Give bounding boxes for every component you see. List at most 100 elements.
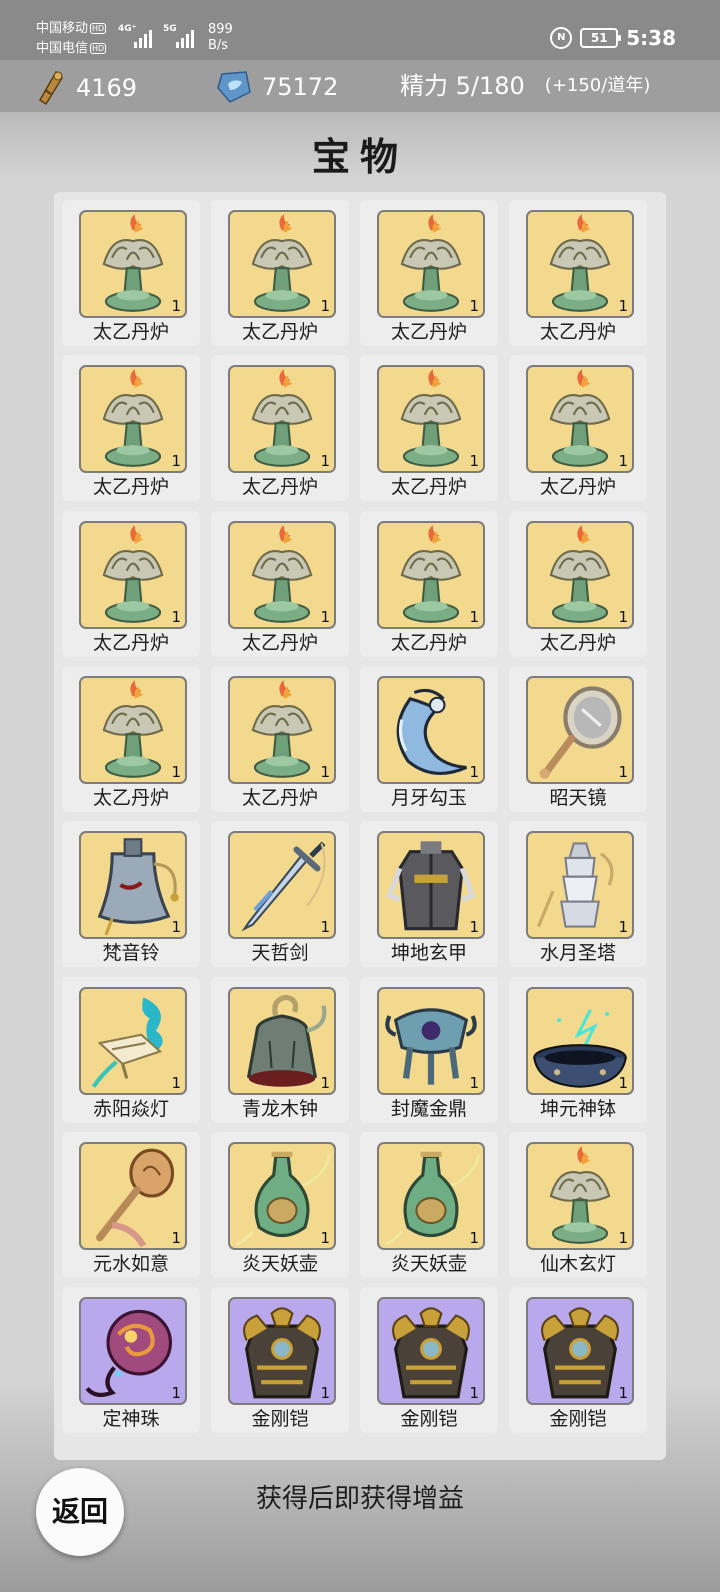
item-name: 赤阳焱灯 xyxy=(92,1097,169,1120)
item-quantity: 1 xyxy=(618,452,628,471)
hd-badge: HD xyxy=(90,43,107,54)
item-cell[interactable]: 1 昭天镜 xyxy=(509,665,647,812)
scroll-resource: 4169 xyxy=(36,70,137,106)
item-cell[interactable]: 1 青龙木钟 xyxy=(211,976,349,1123)
item-cell[interactable]: 1 金刚铠 xyxy=(360,1287,498,1434)
item-cell[interactable]: 1 太乙丹炉 xyxy=(211,665,349,812)
net-speed: 899 B/s xyxy=(208,22,233,53)
tower-icon: 1 xyxy=(526,831,634,940)
item-cell[interactable]: 1 金刚铠 xyxy=(211,1287,349,1434)
page-title: 宝物 xyxy=(311,134,408,179)
item-cell[interactable]: 1 金刚铠 xyxy=(509,1287,647,1434)
item-cell[interactable]: 1 太乙丹炉 xyxy=(62,665,200,812)
item-name: 金刚铠 xyxy=(400,1408,458,1431)
item-name: 炎天妖壶 xyxy=(241,1252,318,1275)
item-quantity: 1 xyxy=(320,1384,330,1403)
sword-icon: 1 xyxy=(228,831,336,940)
signal-icon xyxy=(134,26,152,48)
item-cell[interactable]: 1 太乙丹炉 xyxy=(509,510,647,657)
lotus-lamp-icon: 1 xyxy=(377,210,485,318)
item-cell[interactable]: 1 仙木玄灯 xyxy=(509,1131,647,1278)
item-name: 太乙丹炉 xyxy=(539,321,616,343)
vase-icon: 1 xyxy=(228,1141,336,1250)
back-button[interactable]: 返回 xyxy=(36,1468,124,1556)
flame-lamp-icon: 1 xyxy=(79,986,187,1095)
item-cell[interactable]: 1 月牙勾玉 xyxy=(360,665,498,812)
item-quantity: 1 xyxy=(469,762,479,781)
item-cell[interactable]: 1 梵音铃 xyxy=(62,821,200,968)
lotus-lamp-icon: 1 xyxy=(377,365,485,474)
item-cell[interactable]: 1 赤阳焱灯 xyxy=(62,976,200,1123)
item-name: 太乙丹炉 xyxy=(390,476,467,499)
lotus-lamp-icon: 1 xyxy=(79,365,187,474)
item-quantity: 1 xyxy=(469,918,479,937)
mirror-icon: 1 xyxy=(526,675,634,784)
item-cell[interactable]: 1 太乙丹炉 xyxy=(62,510,200,657)
item-cell[interactable]: 1 太乙丹炉 xyxy=(62,200,200,346)
item-cell[interactable]: 1 太乙丹炉 xyxy=(211,200,349,346)
item-quantity: 1 xyxy=(171,1384,181,1403)
item-cell[interactable]: 1 太乙丹炉 xyxy=(360,355,498,502)
item-cell[interactable]: 1 天哲剑 xyxy=(211,821,349,968)
item-name: 太乙丹炉 xyxy=(539,476,616,499)
carrier-1: 中国移动 HD xyxy=(36,21,107,36)
lotus-lamp-icon: 1 xyxy=(79,675,187,784)
lotus-lamp-icon: 1 xyxy=(377,520,485,629)
item-quantity: 1 xyxy=(469,452,479,471)
item-name: 太乙丹炉 xyxy=(241,786,318,809)
item-name: 炎天妖壶 xyxy=(390,1252,467,1275)
carrier-2: 中国电信 HD xyxy=(36,41,107,56)
hd-badge: HD xyxy=(90,23,107,34)
item-quantity: 1 xyxy=(618,297,628,315)
item-name: 梵音铃 xyxy=(102,942,160,965)
item-quantity: 1 xyxy=(171,1228,181,1247)
treasure-grid: 1 太乙丹炉 1 太乙丹炉 1 太乙丹炉 1 太乙丹炉 1 太乙丹炉 1 太乙丹炉 1 太乙丹炉 1 太乙丹炉… xyxy=(54,192,666,1460)
item-cell[interactable]: 1 炎天妖壶 xyxy=(360,1131,498,1278)
dragon-armor-icon: 1 xyxy=(228,1297,336,1406)
item-cell[interactable]: 1 元水如意 xyxy=(62,1131,200,1278)
item-name: 金刚铠 xyxy=(549,1408,607,1431)
status-right: N 51 5:38 xyxy=(550,26,676,50)
cauldron-icon: 1 xyxy=(377,986,485,1095)
item-cell[interactable]: 1 太乙丹炉 xyxy=(509,355,647,502)
item-name: 太乙丹炉 xyxy=(539,631,616,654)
vase-icon: 1 xyxy=(377,1141,485,1250)
item-name: 太乙丹炉 xyxy=(92,321,169,343)
item-cell[interactable]: 1 太乙丹炉 xyxy=(62,355,200,502)
item-quantity: 1 xyxy=(320,607,330,626)
lotus-lamp-icon: 1 xyxy=(79,210,187,318)
item-cell[interactable]: 1 太乙丹炉 xyxy=(211,510,349,657)
item-cell[interactable]: 1 炎天妖壶 xyxy=(211,1131,349,1278)
item-name: 定神珠 xyxy=(102,1408,160,1431)
item-quantity: 1 xyxy=(171,762,181,781)
dragon-armor-icon: 1 xyxy=(526,1297,634,1406)
resource-bar: 4169 75172 精力 5/180 (+150/道年) xyxy=(0,60,720,112)
item-quantity: 1 xyxy=(320,918,330,937)
item-cell[interactable]: 1 坤地玄甲 xyxy=(360,821,498,968)
item-quantity: 1 xyxy=(320,1228,330,1247)
item-name: 太乙丹炉 xyxy=(241,321,318,343)
item-cell[interactable]: 1 太乙丹炉 xyxy=(360,510,498,657)
item-name: 天哲剑 xyxy=(251,942,309,965)
item-quantity: 1 xyxy=(618,918,628,937)
item-quantity: 1 xyxy=(618,1073,628,1092)
item-cell[interactable]: 1 太乙丹炉 xyxy=(211,355,349,502)
item-cell[interactable]: 1 定神珠 xyxy=(62,1287,200,1434)
battery-icon: 51 xyxy=(580,28,622,48)
item-cell[interactable]: 1 太乙丹炉 xyxy=(509,200,647,346)
item-cell[interactable]: 1 封魔金鼎 xyxy=(360,976,498,1123)
item-quantity: 1 xyxy=(320,762,330,781)
item-quantity: 1 xyxy=(618,607,628,626)
dragon-armor-icon: 1 xyxy=(377,1297,485,1406)
item-cell[interactable]: 1 坤元神钵 xyxy=(509,976,647,1123)
item-name: 太乙丹炉 xyxy=(92,476,169,499)
orb-icon: 1 xyxy=(79,1297,187,1406)
item-cell[interactable]: 1 太乙丹炉 xyxy=(360,200,498,346)
item-cell[interactable]: 1 水月圣塔 xyxy=(509,821,647,968)
item-name: 昭天镜 xyxy=(549,786,607,809)
item-name: 封魔金鼎 xyxy=(390,1097,467,1120)
item-quantity: 1 xyxy=(171,918,181,937)
crescent-jade-icon: 1 xyxy=(377,675,485,784)
item-quantity: 1 xyxy=(320,452,330,471)
item-quantity: 1 xyxy=(618,1228,628,1247)
